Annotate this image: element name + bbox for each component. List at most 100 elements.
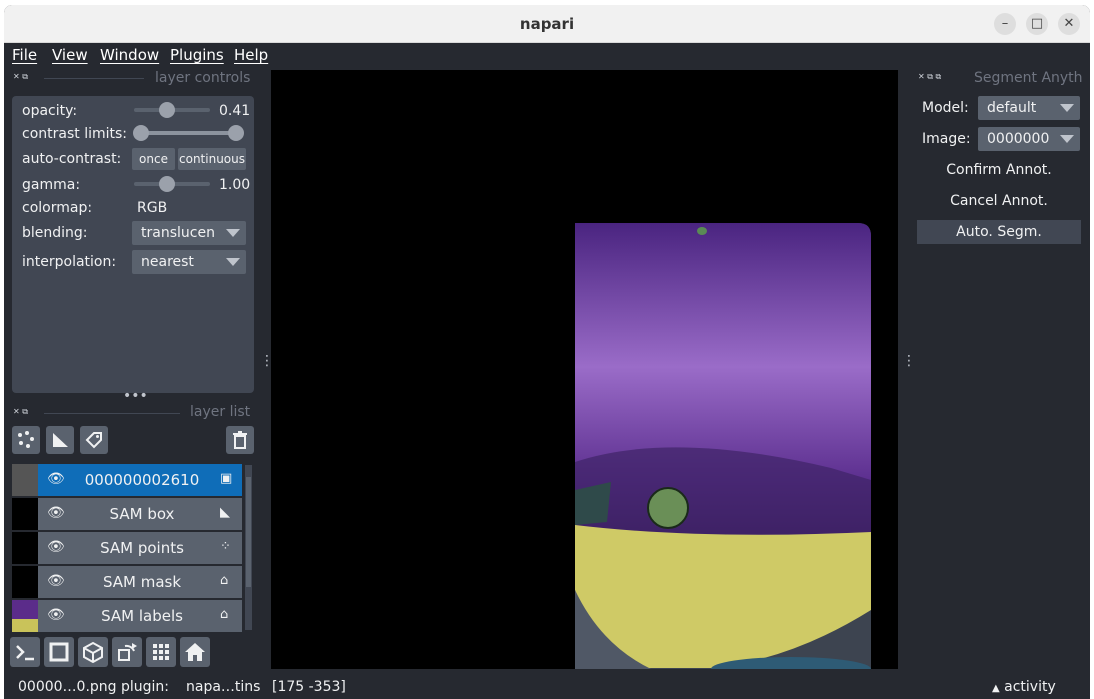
layer-name: 000000002610 xyxy=(84,471,200,489)
model-label: Model: xyxy=(922,100,969,116)
opacity-value: 0.41 xyxy=(219,103,251,119)
eye-icon[interactable]: 👁 xyxy=(47,573,65,589)
labels-icon xyxy=(85,432,102,449)
napari-window: napari – □ ✕ File View Window Plugins He… xyxy=(4,5,1090,699)
menu-bar: File View Window Plugins Help xyxy=(4,43,1090,67)
opacity-label: opacity: xyxy=(22,103,78,119)
menu-view[interactable]: View xyxy=(52,43,88,67)
contrast-min-handle[interactable] xyxy=(133,125,149,141)
grid-view-button[interactable] xyxy=(146,637,176,667)
chevron-down-icon xyxy=(226,258,240,266)
terminal-icon xyxy=(16,645,34,661)
colormap-label: colormap: xyxy=(22,200,93,216)
status-coordinates: [175 -353] xyxy=(272,679,346,695)
layer-thumbnail xyxy=(12,566,38,598)
dock-close-icon[interactable]: ✕ ⧉ xyxy=(13,72,28,82)
contrast-limits-slider[interactable] xyxy=(141,131,237,135)
shapes-icon: ◣ xyxy=(220,505,230,520)
points-icon xyxy=(18,431,34,448)
new-points-layer-button[interactable] xyxy=(12,426,40,454)
colormap-value: RGB xyxy=(137,200,168,216)
layer-thumbnail xyxy=(12,464,38,496)
ndisplay-button[interactable] xyxy=(44,637,74,667)
image-value: 0000000 xyxy=(987,131,1050,147)
opacity-slider-handle[interactable] xyxy=(158,102,175,118)
transpose-button[interactable] xyxy=(112,637,142,667)
labels-icon: ⌂ xyxy=(220,573,229,588)
activity-button[interactable]: ▲ activity xyxy=(992,676,1056,699)
model-select[interactable]: default xyxy=(978,96,1080,120)
eye-icon[interactable]: 👁 xyxy=(47,505,65,521)
plugin-header: Segment Anyth xyxy=(974,70,1083,86)
layer-list: 👁 000000002610 ▣ 👁 SAM box ◣ 👁 SAM point… xyxy=(12,464,242,634)
points-icon: ⁘ xyxy=(220,539,231,554)
layer-thumbnail xyxy=(12,600,38,632)
dock-divider xyxy=(44,413,180,414)
layer-list-scrollbar[interactable] xyxy=(245,465,252,630)
contrast-max-handle[interactable] xyxy=(228,125,244,141)
status-file: 00000…0.png xyxy=(18,679,117,695)
model-value: default xyxy=(987,100,1037,116)
roll-dims-button[interactable] xyxy=(78,637,108,667)
interpolation-label: interpolation: xyxy=(22,254,117,270)
eye-icon[interactable]: 👁 xyxy=(47,471,65,487)
layer-name: SAM labels xyxy=(101,607,183,625)
gamma-value: 1.00 xyxy=(219,177,251,193)
eye-icon[interactable]: 👁 xyxy=(47,607,65,623)
contrast-limits-label: contrast limits: xyxy=(22,126,127,142)
layer-list-header: layer list xyxy=(190,404,251,420)
gamma-label: gamma: xyxy=(22,177,81,193)
right-dock-splitter[interactable]: ⋮ xyxy=(902,354,916,368)
gamma-slider-handle[interactable] xyxy=(159,176,175,192)
eye-icon[interactable]: 👁 xyxy=(47,539,65,555)
scrollbar-thumb[interactable] xyxy=(246,477,251,587)
status-plugin-label: plugin: xyxy=(121,679,170,695)
layer-thumbnail xyxy=(12,498,38,530)
blending-select[interactable]: translucen xyxy=(132,221,246,245)
menu-window[interactable]: Window xyxy=(100,43,159,67)
image-label: Image: xyxy=(922,131,971,147)
home-button[interactable] xyxy=(180,637,210,667)
square-icon xyxy=(49,642,69,662)
close-button[interactable]: ✕ xyxy=(1058,13,1080,35)
maximize-button[interactable]: □ xyxy=(1026,13,1048,35)
console-button[interactable] xyxy=(10,637,40,667)
interpolation-select[interactable]: nearest xyxy=(132,250,246,274)
cancel-annotation-button[interactable]: Cancel Annot. xyxy=(917,189,1081,213)
left-dock-splitter[interactable]: ⋮ xyxy=(260,354,274,368)
delete-layer-button[interactable] xyxy=(226,426,254,454)
new-shapes-layer-button[interactable] xyxy=(46,426,74,454)
rotate-icon xyxy=(118,643,137,661)
canvas-image xyxy=(575,223,871,669)
activity-label: activity xyxy=(1004,679,1056,695)
splitter-handle[interactable]: ••• xyxy=(123,388,148,404)
home-icon xyxy=(185,643,205,661)
dock-close-icon[interactable]: ✕ ⧉ ⧉ xyxy=(918,72,941,82)
menu-help[interactable]: Help xyxy=(234,43,268,67)
layer-thumbnail xyxy=(12,532,38,564)
auto-contrast-continuous-button[interactable]: continuous xyxy=(178,148,246,170)
status-plugin-value: napa…tins xyxy=(186,679,261,695)
auto-segmentation-button[interactable]: Auto. Segm. xyxy=(917,220,1081,244)
blending-value: translucen xyxy=(141,225,215,241)
shapes-icon xyxy=(53,433,68,447)
viewer-canvas[interactable] xyxy=(271,70,898,669)
new-labels-layer-button[interactable] xyxy=(80,426,108,454)
layer-name: SAM box xyxy=(109,505,175,523)
menu-file[interactable]: File xyxy=(12,43,37,67)
image-icon: ▣ xyxy=(220,471,233,486)
layer-controls-header: layer controls xyxy=(155,70,251,86)
labels-icon: ⌂ xyxy=(220,607,229,622)
minimize-button[interactable]: – xyxy=(994,13,1016,35)
window-title: napari xyxy=(519,15,575,33)
interpolation-value: nearest xyxy=(141,254,194,270)
caret-up-icon: ▲ xyxy=(992,683,1000,694)
cube-icon xyxy=(83,641,103,664)
confirm-annotation-button[interactable]: Confirm Annot. xyxy=(917,158,1081,182)
auto-contrast-once-button[interactable]: once xyxy=(132,148,175,170)
menu-plugins[interactable]: Plugins xyxy=(170,43,224,67)
dock-close-icon[interactable]: ✕ ⧉ xyxy=(13,407,28,417)
dock-divider xyxy=(44,78,144,79)
image-select[interactable]: 0000000 xyxy=(978,127,1080,151)
blending-label: blending: xyxy=(22,225,88,241)
